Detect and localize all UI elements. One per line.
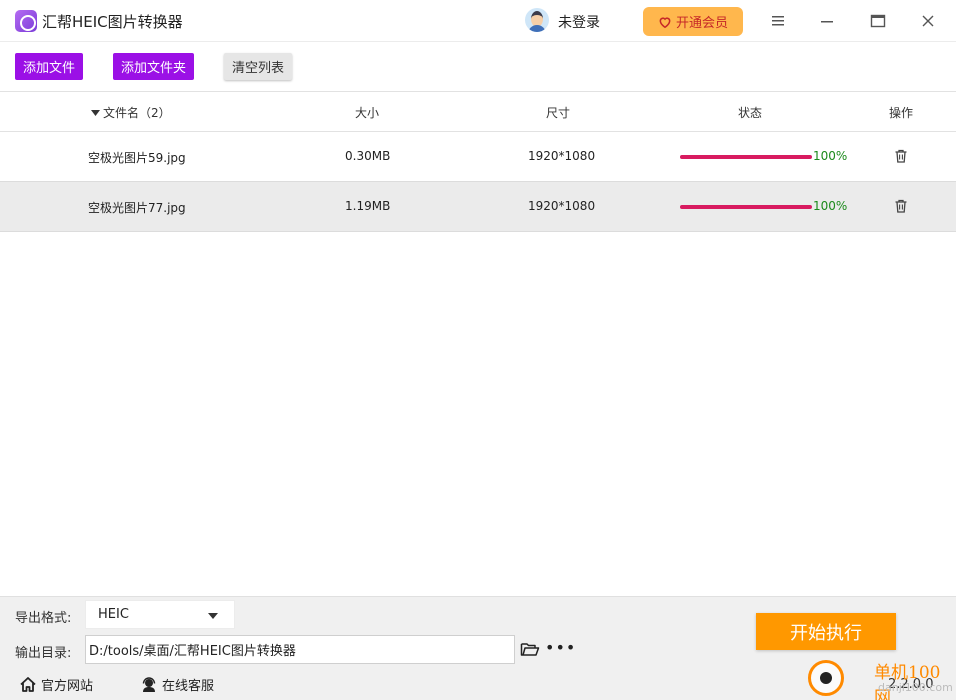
format-select[interactable]: HEIC — [85, 600, 235, 629]
file-dimensions: 1920*1080 — [528, 149, 596, 163]
trash-icon[interactable] — [893, 148, 909, 164]
format-label: 导出格式: — [15, 611, 72, 626]
vip-label: 开通会员 — [675, 16, 728, 31]
progress-fill — [680, 155, 812, 159]
column-name[interactable]: 文件名（2） — [91, 104, 171, 121]
chevron-down-icon — [208, 613, 218, 619]
start-button[interactable]: 开始执行 — [756, 613, 896, 650]
support-icon — [142, 676, 156, 692]
column-actions: 操作 — [889, 106, 914, 120]
avatar-icon[interactable] — [525, 8, 549, 32]
file-table: 文件名（2） 大小 尺寸 状态 操作 空极光图片59.jpg 0.30MB 19… — [0, 91, 956, 232]
close-icon[interactable] — [917, 10, 939, 32]
sort-down-icon — [91, 109, 100, 116]
add-folder-button[interactable]: 添加文件夹 — [113, 53, 194, 80]
app-title: 汇帮HEIC图片转换器 — [42, 13, 183, 31]
file-size: 1.19MB — [345, 199, 391, 213]
watermark-domain: danji100.com — [878, 681, 953, 694]
file-size: 0.30MB — [345, 149, 391, 163]
vip-button[interactable]: 开通会员 — [643, 7, 743, 36]
menu-icon[interactable] — [767, 10, 789, 32]
column-size[interactable]: 大小 — [355, 104, 379, 121]
output-path-input[interactable] — [85, 635, 515, 664]
support-link[interactable]: 在线客服 — [141, 675, 214, 694]
progress-bar — [680, 205, 812, 209]
watermark: 单机100网 danji100.com — [808, 658, 956, 700]
table-header: 文件名（2） 大小 尺寸 状态 操作 — [0, 92, 956, 132]
file-name: 空极光图片59.jpg — [88, 151, 186, 165]
progress-fill — [680, 205, 812, 209]
table-row[interactable]: 空极光图片77.jpg 1.19MB 1920*1080 100% — [0, 182, 956, 232]
add-file-button[interactable]: 添加文件 — [15, 53, 83, 80]
file-dimensions: 1920*1080 — [528, 199, 596, 213]
maximize-icon[interactable] — [867, 10, 889, 32]
app-logo-icon — [15, 10, 37, 32]
output-label: 输出目录: — [15, 646, 72, 661]
clear-list-button[interactable]: 清空列表 — [224, 53, 292, 80]
title-bar: 汇帮HEIC图片转换器 未登录 开通会员 — [0, 0, 956, 42]
column-status: 状态 — [738, 106, 763, 120]
website-link[interactable]: 官方网站 — [20, 675, 93, 694]
progress-bar — [680, 155, 812, 159]
website-label: 官方网站 — [41, 679, 94, 694]
heart-icon — [659, 16, 671, 28]
format-value: HEIC — [98, 607, 129, 622]
column-dimensions[interactable]: 尺寸 — [546, 104, 570, 121]
support-label: 在线客服 — [162, 679, 215, 694]
home-icon — [20, 677, 36, 692]
folder-icon[interactable] — [520, 641, 540, 657]
progress-percent: 100% — [813, 149, 848, 163]
login-status[interactable]: 未登录 — [558, 12, 600, 32]
table-row[interactable]: 空极光图片59.jpg 0.30MB 1920*1080 100% — [0, 132, 956, 182]
column-name-label: 文件名（2） — [103, 106, 171, 120]
trash-icon[interactable] — [893, 198, 909, 214]
watermark-logo-icon — [808, 660, 844, 696]
file-name: 空极光图片77.jpg — [88, 201, 186, 215]
more-icon[interactable]: ••• — [545, 640, 576, 656]
progress-percent: 100% — [813, 199, 848, 213]
minimize-icon[interactable] — [816, 10, 838, 32]
